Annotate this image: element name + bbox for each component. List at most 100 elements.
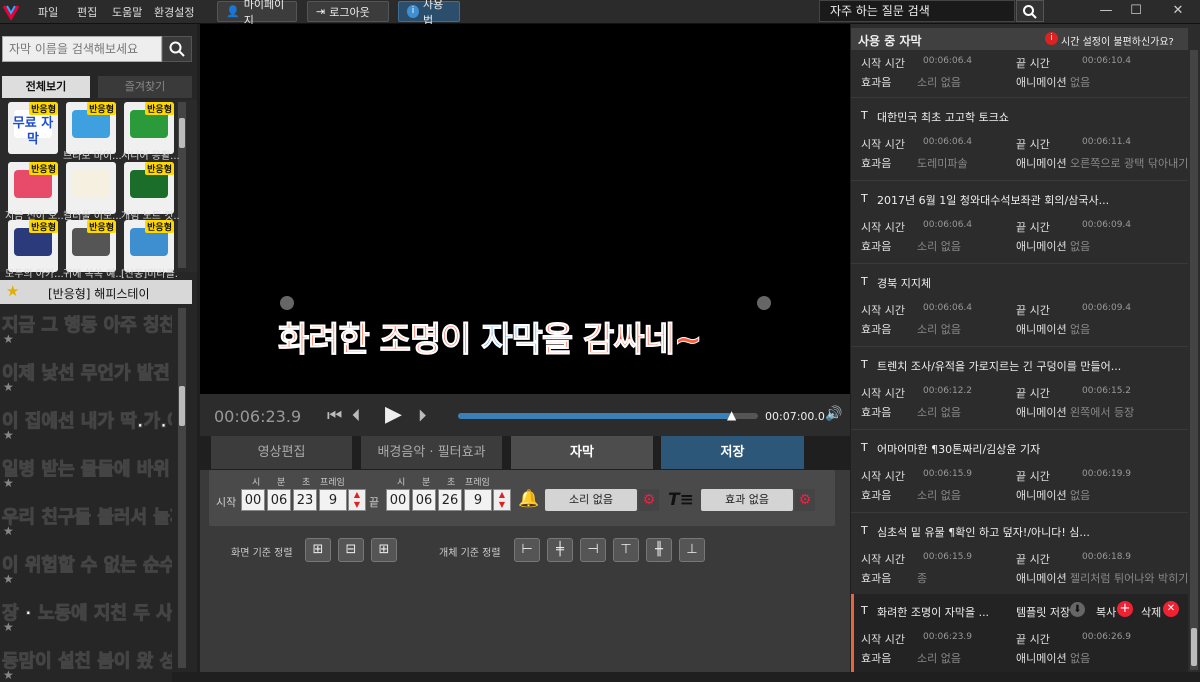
start-time-value[interactable]: 00:06:23.9 [923,632,972,642]
subtitle-entry-title[interactable]: 심초석 밑 유물 ¶확인 하고 덮자!/아니다! 심... [877,524,1090,540]
delete-icon[interactable]: ✕ [1163,601,1179,617]
end-time-value[interactable]: 00:06:19.9 [1082,469,1131,479]
active-subtitle-title[interactable]: 화려한 조명이 자막을 ... [877,604,989,620]
tab-subtitle[interactable]: 자막 [511,436,653,469]
star-icon[interactable]: ★ [3,572,14,586]
menu-settings[interactable]: 환경설정 [154,4,194,20]
sound-effect-value[interactable]: 소리 없음 [917,404,961,420]
subtitle-search-input[interactable]: 자막 이름을 검색해보세요 [2,36,162,62]
align-center-h-icon[interactable]: ╪ [547,538,573,562]
step-back-icon[interactable]: ⏴ [352,406,361,426]
animation-value[interactable]: 없음 [1070,238,1090,254]
mypage-button[interactable]: 👤 마이페이지 [217,0,297,27]
animation-value[interactable]: 젤리처럼 튀어나와 박히기 [1070,570,1188,586]
sound-effect-value[interactable]: 도레미파솔 [917,155,968,171]
start-minute-input[interactable]: 06 [267,489,291,511]
volume-icon[interactable]: 🔊 [825,406,842,422]
arrow-up-icon[interactable]: ▲ [354,490,360,499]
animation-value[interactable]: 오른쪽으로 광택 닦아내기 [1070,155,1188,171]
minimize-icon[interactable]: — [1092,0,1120,22]
sound-settings-gear-icon[interactable]: ⚙ [639,489,659,511]
subtitle-entry-title[interactable]: 대한민국 최초 고고학 토크쇼 [877,109,1009,125]
caption-preview[interactable]: 화려한 조명이 자막을 감싸네~ [277,312,702,361]
template-grid-scroll-thumb[interactable] [179,118,185,148]
tab-music-filter[interactable]: 배경음악 · 필터효과 [361,436,502,469]
faq-search-box[interactable]: 자주 하는 질문 검색 [819,0,1015,22]
star-icon[interactable]: ★ [3,620,14,634]
end-time-value[interactable]: 00:06:26.9 [1082,632,1131,642]
align-screen-center-icon[interactable]: ⊟ [338,538,364,562]
animation-value[interactable]: 없음 [1070,74,1090,90]
end-frame-input[interactable]: 9 [464,489,492,511]
end-second-input[interactable]: 26 [438,489,462,511]
arrow-down-icon[interactable]: ▼ [354,500,360,509]
skip-start-icon[interactable]: ⏮ [327,406,342,426]
preset-item[interactable]: 이 집에선 내가 딱.가.이.버 [0,402,172,442]
start-time-value[interactable]: 00:06:06.4 [923,56,972,66]
sound-effect-value[interactable]: 소리 없음 [917,321,961,337]
sound-effect-value[interactable]: 종 [917,570,927,586]
align-bottom-icon[interactable]: ⊥ [679,538,705,562]
end-time-value[interactable]: 00:06:15.2 [1082,386,1131,396]
star-icon[interactable]: ★ [3,476,14,490]
tab-all[interactable]: 전체보기 [2,76,90,98]
align-screen-right-icon[interactable]: ⊞ [371,538,397,562]
step-forward-icon[interactable]: ⏵ [418,406,427,426]
subtitle-list-scroll-thumb[interactable] [1191,628,1197,666]
star-icon[interactable]: ★ [3,332,14,346]
menu-help[interactable]: 도움말 [112,4,142,20]
tab-save[interactable]: 저장 [661,436,804,469]
start-time-value[interactable]: 00:06:15.9 [923,552,972,562]
preset-item[interactable]: 우리 친구들 불러서 놀까? [0,498,172,538]
caption-handle-left-icon[interactable] [280,296,294,310]
subtitle-entry-title[interactable]: 트렌치 조사/유적을 가로지르는 긴 구덩이를 만들어... [877,358,1121,374]
end-hour-input[interactable]: 00 [386,489,410,511]
tab-video-edit[interactable]: 영상편집 [211,436,352,469]
preset-item[interactable]: 이제 낯선 무언가 발견! [0,354,172,394]
animation-value[interactable]: 없음 [1070,321,1090,337]
align-right-icon[interactable]: ⊣ [580,538,606,562]
sound-effect-value[interactable]: 소리 없음 [917,74,961,90]
preset-item[interactable]: 동맘이 설친 봄이 왔 성 [0,642,172,682]
start-second-input[interactable]: 23 [293,489,317,511]
howto-button[interactable]: i 사용법 [398,0,460,27]
menu-edit[interactable]: 편집 [77,4,97,20]
end-time-value[interactable]: 00:06:09.4 [1082,220,1131,230]
sound-effect-value[interactable]: 소리 없음 [917,650,961,666]
tab-favorites[interactable]: 즐겨찾기 [98,76,192,98]
animation-value[interactable]: 없음 [1070,650,1090,666]
playhead-icon[interactable]: ▲ [727,408,736,422]
faq-search-button[interactable] [1016,0,1044,22]
end-minute-input[interactable]: 06 [412,489,436,511]
align-left-icon[interactable]: ⊢ [514,538,540,562]
align-screen-left-icon[interactable]: ⊞ [305,538,331,562]
end-time-value[interactable]: 00:06:09.4 [1082,303,1131,313]
star-icon[interactable]: ★ [3,668,14,682]
arrow-up-icon[interactable]: ▲ [499,490,505,499]
star-icon[interactable]: ★ [3,524,14,538]
end-stepper[interactable]: ▲ ▼ [493,489,511,511]
sound-effect-value[interactable]: 소리 없음 [917,238,961,254]
subtitle-entry-title[interactable]: 2017년 6월 1일 청와대수석보좌관 회의/삼국사... [877,192,1109,208]
preset-list-scrollbar[interactable] [178,308,186,668]
start-time-value[interactable]: 00:06:06.4 [923,137,972,147]
end-time-value[interactable]: 00:06:18.9 [1082,552,1131,562]
close-icon[interactable]: ✕ [1164,0,1192,22]
play-icon[interactable]: ▶ [385,402,402,427]
effect-select[interactable]: 효과 없음 [701,489,793,511]
preset-item[interactable]: 장 · 노동에 지친 두 사람 [0,594,172,634]
animation-value[interactable]: 없음 [1070,487,1090,503]
menu-file[interactable]: 파일 [38,4,58,20]
timeline-track[interactable] [458,413,758,419]
star-icon[interactable]: ★ [3,428,14,442]
animation-value[interactable]: 왼쪽에서 등장 [1070,404,1134,420]
subtitle-entry-title[interactable]: 경북 지지체 [877,275,931,291]
preset-list-scroll-thumb[interactable] [179,386,185,426]
start-hour-input[interactable]: 00 [241,489,265,511]
time-help-link[interactable]: 시간 설정이 불편하신가요? [1061,33,1174,48]
start-time-value[interactable]: 00:06:06.4 [923,303,972,313]
sound-select[interactable]: 소리 없음 [545,489,637,511]
template-thumbnail[interactable]: 무료 자막 반응형 [8,102,58,154]
start-time-value[interactable]: 00:06:15.9 [923,469,972,479]
end-time-value[interactable]: 00:06:10.4 [1082,56,1131,66]
